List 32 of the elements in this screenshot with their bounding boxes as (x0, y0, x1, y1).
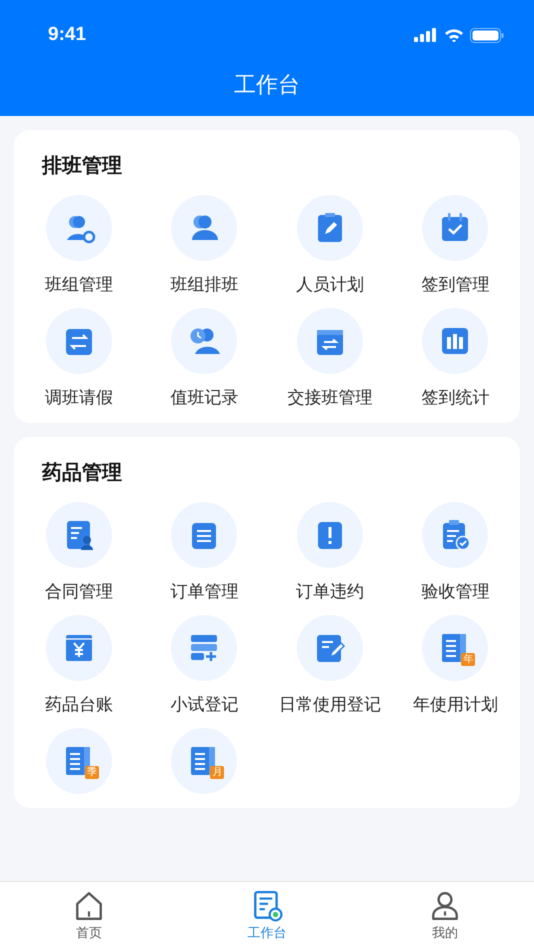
feature-label: 日常使用登记 (278, 694, 381, 716)
feature-label: 班组排班 (170, 274, 238, 296)
feature-label: 订单违约 (296, 581, 364, 603)
feature-label: 年使用计划 (412, 694, 498, 716)
tab-item[interactable]: 首页 (44, 890, 134, 942)
feature-label: 班组管理 (44, 274, 113, 296)
wifi-icon (444, 28, 464, 42)
feature-label: 验收管理 (421, 581, 490, 603)
signal-icon (414, 28, 438, 42)
feature-label: 合同管理 (44, 581, 113, 603)
section-title: 排班管理 (40, 152, 123, 179)
feature-button[interactable]: 月 (171, 728, 238, 794)
tab-item[interactable]: 工作台 (222, 890, 312, 942)
section-title: 药品管理 (41, 459, 123, 486)
feature-label: 调班请假 (44, 387, 113, 409)
page-title: 工作台 (234, 72, 300, 100)
status-time: 9:41 (48, 24, 86, 46)
feature-label: 交接班管理 (287, 387, 372, 409)
document-icon (251, 890, 283, 922)
tab-item[interactable]: 我的 (400, 890, 490, 942)
feature-label: 人员计划 (296, 274, 364, 296)
feature-label: 值班记录 (170, 387, 238, 409)
feature-label: 订单管理 (170, 581, 238, 603)
feature-label: 药品台账 (44, 694, 113, 716)
feature-label: 签到管理 (421, 274, 490, 296)
home-icon (73, 890, 105, 922)
feature-button[interactable]: 年 (422, 615, 488, 681)
feature-button[interactable]: 季 (46, 728, 112, 794)
battery-icon (470, 28, 504, 42)
feature-label: 小试登记 (170, 694, 238, 716)
person-icon (429, 890, 461, 922)
feature-label: 签到统计 (421, 387, 490, 409)
